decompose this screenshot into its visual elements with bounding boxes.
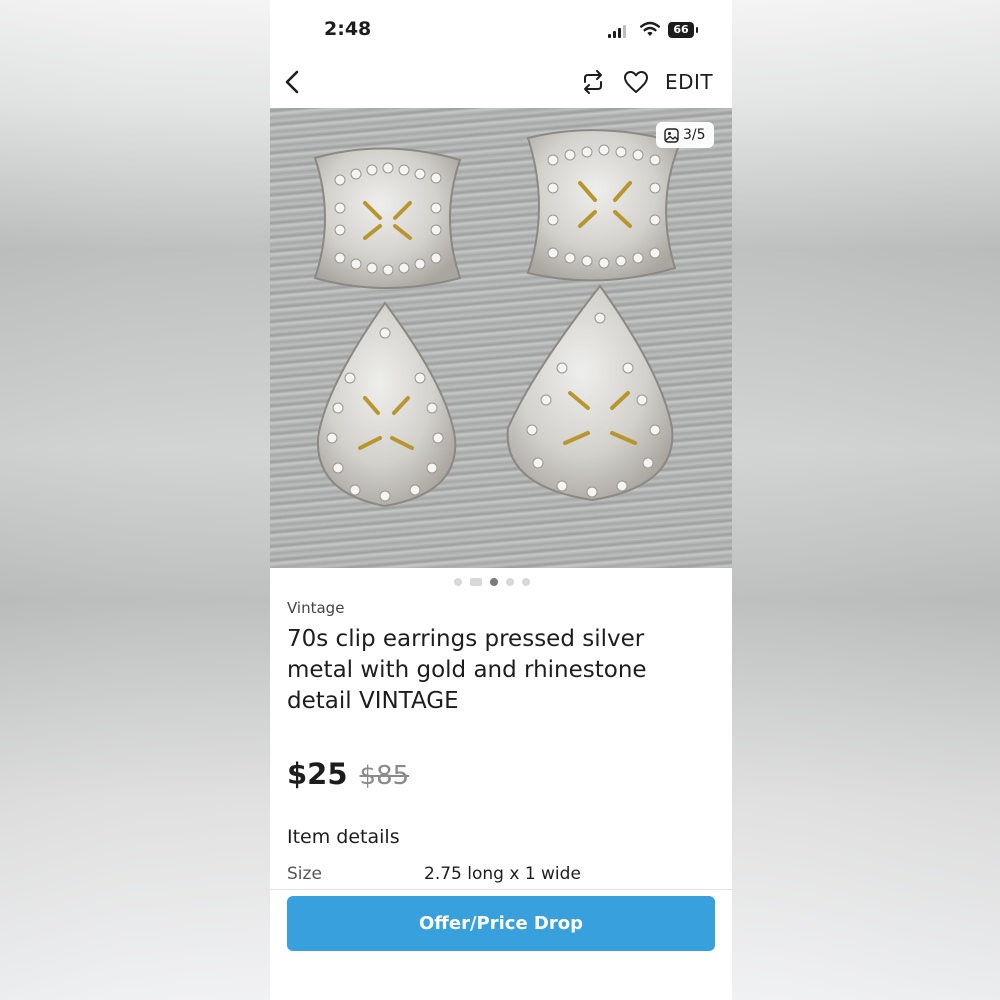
offer-price-drop-button[interactable]: Offer/Price Drop [287,896,715,951]
photo-icon [664,127,679,143]
carousel-dots[interactable] [454,578,530,586]
price-row: $25 $85 [287,757,409,791]
background-blur-right [730,0,1000,1000]
product-photo[interactable]: 3/5 [270,108,732,568]
carousel-dot[interactable] [454,578,462,586]
item-details-heading: Item details [287,826,400,848]
battery-tip [696,27,698,33]
phone-screen: 2:48 66 EDIT 3/5 Vintage 70s clip earrin… [270,0,732,1000]
status-bar: 2:48 66 [270,0,732,58]
earrings-image [313,129,682,508]
photo-counter-text: 3/5 [683,127,706,143]
wifi-icon [640,21,660,36]
edit-button[interactable]: EDIT [665,70,713,94]
nav-bar: EDIT [270,58,732,108]
price: $25 [287,757,348,791]
chevron-left-icon[interactable] [280,68,304,96]
details-key: Size [287,864,322,884]
brand-label[interactable]: Vintage [287,599,344,617]
battery-icon: 66 [668,22,694,38]
listing-title: 70s clip earrings pressed silver metal w… [287,626,647,714]
photo-counter: 3/5 [656,122,714,148]
signal-icon [608,25,628,38]
share-icon[interactable] [580,68,606,96]
status-time: 2:48 [324,18,372,40]
carousel-dot[interactable] [522,578,530,586]
carousel-dot-active[interactable] [490,578,498,586]
details-value: 2.75 long x 1 wide [424,864,581,884]
background-blur-left [0,0,270,1000]
divider [270,889,732,890]
carousel-video-dot[interactable] [470,578,482,586]
details-row-size: Size 2.75 long x 1 wide [287,864,717,888]
original-price: $85 [359,761,410,791]
heart-icon[interactable] [622,68,650,96]
carousel-dot[interactable] [506,578,514,586]
